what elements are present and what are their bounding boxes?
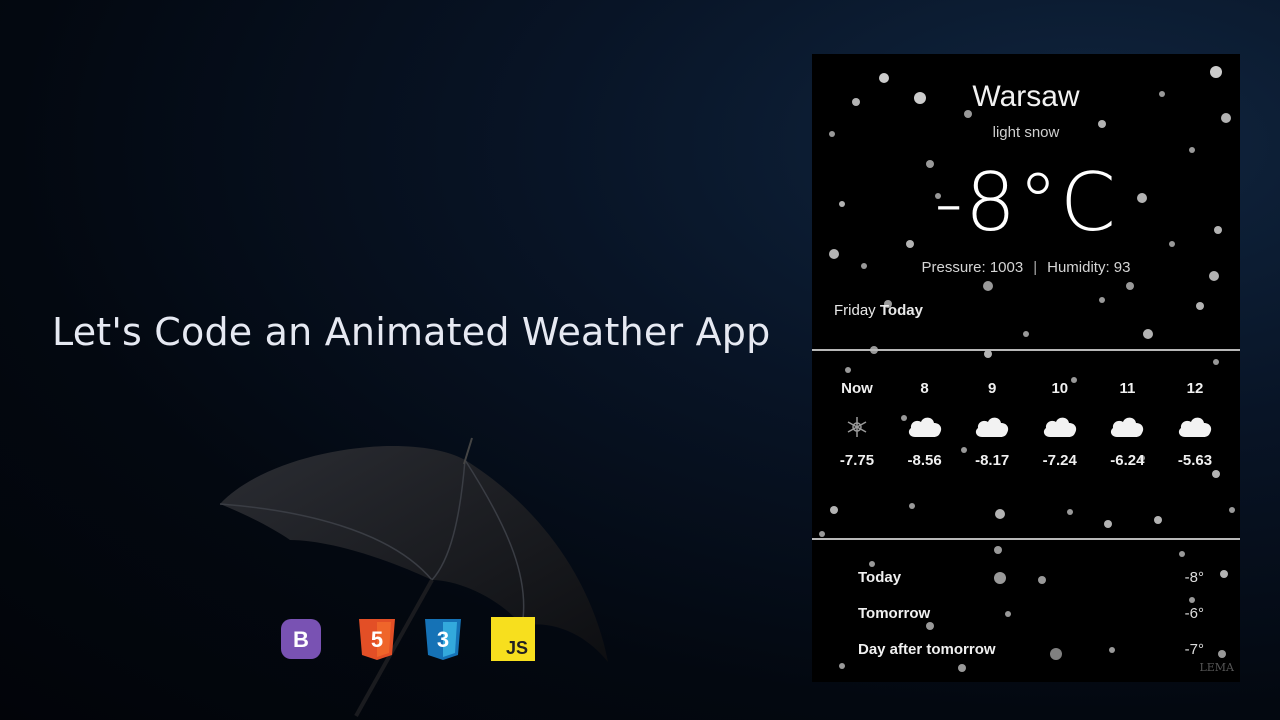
forecast-day: Day after tomorrow: [858, 641, 996, 658]
city-name: Warsaw: [972, 80, 1080, 113]
divider: [812, 349, 1240, 351]
daily-forecast: Today -8° Tomorrow -6° Day after tomorro…: [858, 569, 1204, 677]
current-day: Friday Today: [834, 302, 923, 319]
watermark: LEMA: [1199, 661, 1234, 674]
current-temperature: -8°C: [934, 156, 1118, 249]
day-label: Today: [879, 302, 923, 319]
divider: [812, 538, 1240, 540]
svg-text:5: 5: [371, 627, 383, 652]
hour-label: Now: [841, 380, 873, 397]
html5-icon: 5: [354, 616, 400, 662]
forecast-day: Tomorrow: [858, 605, 931, 622]
hour-temperature: -5.63: [1177, 452, 1213, 469]
cloud-icon: [894, 402, 956, 452]
cloud-icon: [1096, 402, 1158, 452]
humidity-value: Humidity: 93: [1047, 259, 1131, 276]
forecast-row: Day after tomorrow -7°: [858, 641, 1204, 677]
bootstrap-icon: B: [278, 616, 324, 662]
snowflake-icon: [826, 402, 888, 452]
hourly-forecast: Now -7.75 8 -8.56 9 -8.17 10 -7.24 11 -6…: [826, 380, 1226, 469]
hourly-item: 11 -6.24: [1096, 380, 1158, 469]
hour-temperature: -6.24: [1110, 452, 1145, 469]
hour-label: 10: [1051, 380, 1069, 397]
hourly-item: 9 -8.17: [961, 380, 1023, 469]
hourly-item: 12 -5.63: [1164, 380, 1226, 469]
cloud-icon: [1164, 402, 1226, 452]
forecast-row: Tomorrow -6°: [858, 605, 1204, 641]
forecast-temperature: -6°: [1184, 605, 1204, 622]
hour-label: 8: [920, 380, 929, 397]
hourly-item: 10 -7.24: [1029, 380, 1091, 469]
hour-temperature: -7.75: [839, 452, 875, 469]
hour-label: 12: [1186, 380, 1204, 397]
hour-label: 9: [988, 380, 997, 397]
weather-description: light snow: [992, 124, 1060, 141]
weather-app-preview: Warsaw light snow -8°C Pressure: 1003 | Hu…: [812, 54, 1240, 682]
cloud-icon: [961, 402, 1023, 452]
day-name: Friday: [834, 302, 876, 319]
forecast-temperature: -8°: [1184, 569, 1204, 586]
forecast-row: Today -8°: [858, 569, 1204, 605]
stats-separator: |: [1033, 259, 1038, 276]
hour-temperature: -8.17: [975, 452, 1010, 469]
hourly-item: Now -7.75: [826, 380, 888, 469]
headline: Let's Code an Animated Weather App: [52, 310, 771, 354]
cloud-icon: [1029, 402, 1091, 452]
umbrella-illustration: [219, 437, 608, 717]
javascript-icon: JS: [490, 616, 536, 662]
weather-stats: Pressure: 1003 | Humidity: 93: [812, 259, 1240, 276]
hourly-item: 8 -8.56: [894, 380, 956, 469]
svg-text:JS: JS: [506, 638, 528, 658]
pressure-value: Pressure: 1003: [921, 259, 1024, 276]
forecast-day: Today: [858, 569, 902, 586]
hour-label: 11: [1119, 380, 1136, 397]
svg-text:3: 3: [437, 627, 449, 652]
css3-icon: 3: [420, 616, 466, 662]
svg-text:B: B: [293, 627, 309, 652]
hour-temperature: -8.56: [907, 452, 942, 469]
hour-temperature: -7.24: [1042, 452, 1077, 469]
